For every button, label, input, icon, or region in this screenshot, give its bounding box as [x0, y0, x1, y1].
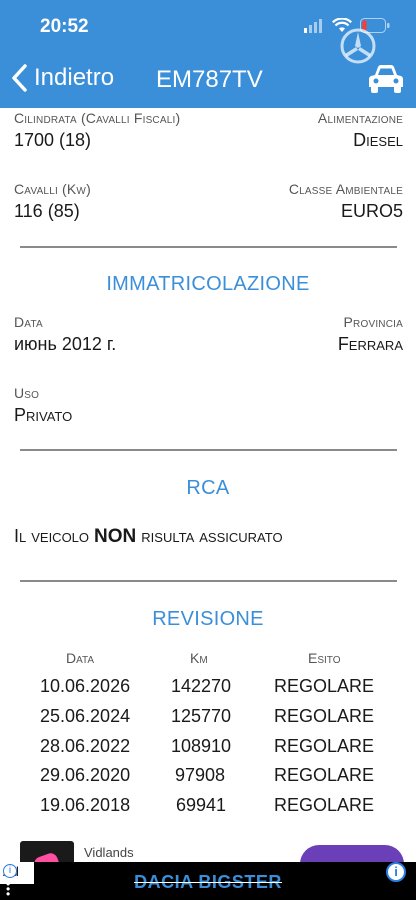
technical-row-2: Cavalli (Kw) 116 (85) Classe Ambientale …: [14, 181, 403, 222]
insurance-status-suffix: risulta assicurato: [136, 526, 283, 546]
province-label: Provincia: [343, 314, 403, 330]
brand-logo-icon: [340, 28, 376, 64]
displacement-value: 1700 (18): [14, 130, 92, 150]
displacement-block: Cilindrata (Cavalli Fiscali) 1700 (18): [14, 110, 180, 151]
use-value: Privato: [14, 405, 73, 425]
displacement-label: Cilindrata (Cavalli Fiscali): [14, 110, 181, 126]
page-title: EM787TV: [156, 66, 263, 93]
use-label: Uso: [14, 385, 40, 401]
province-block: Provincia Ferrara: [338, 314, 403, 355]
revision-result: REGOLARE: [274, 736, 375, 756]
revision-header-km: Km: [190, 650, 208, 666]
revision-result: REGOLARE: [274, 676, 375, 696]
ad-advertiser[interactable]: Vidlands: [84, 845, 134, 860]
registration-row-2: Uso Privato: [14, 385, 403, 426]
insurance-status-negation: NON: [94, 526, 137, 547]
revision-header-result: Esito: [308, 650, 341, 666]
registration-row-1: Data июнь 2012 г. Provincia Ferrara: [14, 314, 403, 355]
fuel-block: Alimentazione Diesel: [318, 110, 403, 151]
power-label: Cavalli (Kw): [14, 181, 91, 197]
revision-result: REGOLARE: [274, 765, 375, 785]
divider: [20, 449, 397, 451]
signal-icon: [304, 18, 322, 33]
revision-km: 125770: [171, 706, 232, 726]
car-button[interactable]: [368, 64, 404, 99]
env-class-label: Classe Ambientale: [288, 181, 403, 197]
use-block: Uso Privato: [14, 385, 72, 426]
province-value: Ferrara: [337, 334, 403, 354]
power-value: 116 (85): [14, 201, 80, 221]
revision-km: 97908: [175, 765, 226, 785]
env-class-block: Classe Ambientale EURO5: [289, 181, 403, 222]
revision-date: 25.06.2024: [40, 706, 131, 726]
revision-km: 142270: [171, 676, 232, 696]
revision-date: 28.06.2022: [40, 736, 131, 756]
revision-title: REVISIONE: [152, 608, 264, 630]
back-button[interactable]: Indietro: [10, 64, 114, 92]
car-icon: [369, 65, 403, 93]
divider: [20, 580, 397, 582]
technical-row-1: Cilindrata (Cavalli Fiscali) 1700 (18) A…: [14, 110, 403, 151]
revision-result: REGOLARE: [274, 706, 375, 726]
revision-date: 19.06.2018: [40, 795, 131, 815]
rca-title: RCA: [186, 477, 230, 499]
fuel-label: Alimentazione: [317, 110, 403, 126]
chevron-left-icon: [12, 64, 27, 92]
env-class-value: EURO5: [340, 201, 403, 221]
revision-km: 108910: [171, 736, 232, 756]
revision-header-date: Data: [66, 650, 95, 666]
back-label: Indietro: [34, 64, 115, 91]
divider: [20, 246, 397, 248]
revision-date: 29.06.2020: [40, 765, 131, 785]
ad-headline[interactable]: DACIA BIGSTER: [0, 872, 416, 893]
revision-result: REGOLARE: [274, 795, 375, 815]
revision-date: 10.06.2026: [40, 676, 131, 696]
registration-date-value: июнь 2012 г.: [14, 334, 117, 354]
insurance-status: Il veicolo NON risulta assicurato: [14, 526, 283, 548]
registration-date-block: Data июнь 2012 г.: [14, 314, 116, 355]
registration-date-label: Data: [14, 314, 43, 330]
status-time: 20:52: [40, 16, 89, 37]
insurance-status-prefix: Il veicolo: [14, 526, 95, 546]
revision-km: 69941: [176, 795, 227, 815]
registration-title: IMMATRICOLAZIONE: [106, 273, 310, 295]
power-block: Cavalli (Kw) 116 (85): [14, 181, 91, 222]
fuel-value: Diesel: [353, 130, 403, 150]
